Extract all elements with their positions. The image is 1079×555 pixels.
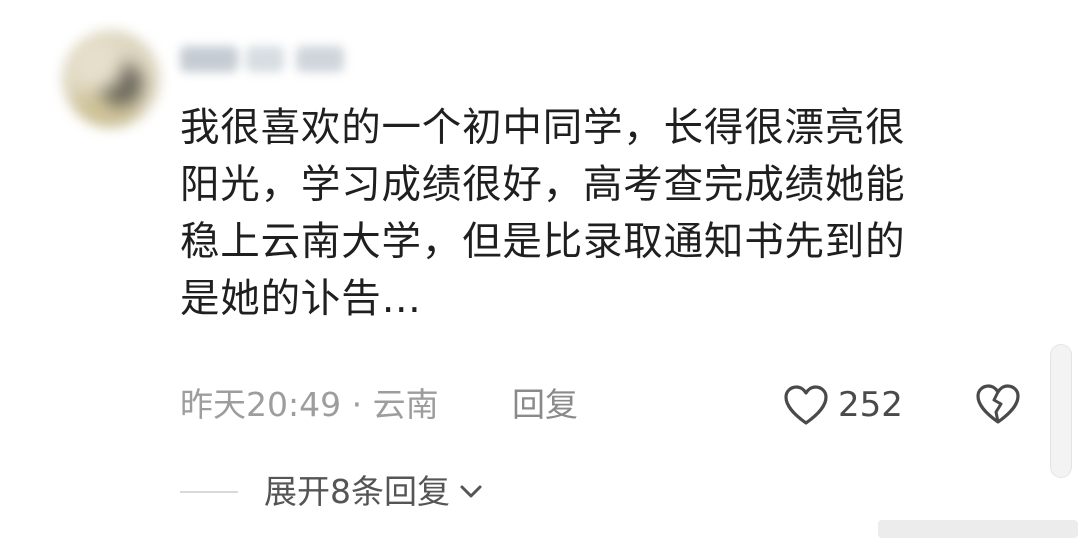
like-count: 252: [838, 385, 903, 425]
watermark-graphic: [878, 520, 1078, 538]
avatar[interactable]: [62, 30, 160, 128]
chevron-down-icon: [460, 485, 482, 498]
comment-line: 阳光，学习成绩很好，高考查完成绩她能: [180, 162, 906, 208]
like-button[interactable]: 252: [782, 380, 903, 430]
reply-button[interactable]: 回复: [512, 382, 578, 428]
meta-separator: ·: [351, 385, 363, 424]
expand-replies-button[interactable]: 展开8条回复: [264, 468, 484, 516]
dislike-button[interactable]: [974, 380, 1022, 428]
username-blurred[interactable]: [180, 42, 350, 76]
expand-replies-label: 展开8条回复: [264, 472, 450, 511]
expand-divider: [180, 491, 238, 493]
comment-meta: 昨天20:49 · 云南: [180, 382, 439, 428]
comment-timestamp: 昨天20:49: [180, 385, 342, 424]
comment-line: 是她的讣告…: [180, 276, 422, 322]
comment-text: 我很喜欢的一个初中同学，长得很漂亮很 阳光，学习成绩很好，高考查完成绩她能 稳上…: [180, 100, 1000, 328]
comment-line: 我很喜欢的一个初中同学，长得很漂亮很: [180, 105, 906, 151]
comment-line: 稳上云南大学，但是比录取通知书先到的: [180, 219, 906, 265]
broken-heart-icon: [976, 384, 1020, 424]
scrollbar[interactable]: [1050, 344, 1072, 478]
heart-outline-icon: [784, 385, 828, 425]
comment-location: 云南: [372, 385, 439, 424]
